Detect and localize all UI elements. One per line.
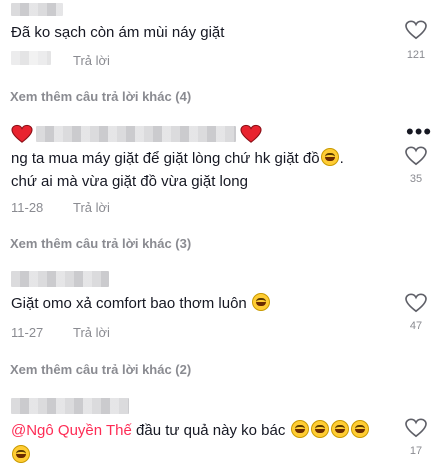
grinning-sweat-emoji (290, 420, 309, 438)
username-redacted (36, 126, 236, 142)
comment-text-line2: chứ ai mà vừa giặt đồ vừa giặt long (11, 173, 248, 190)
like-count: 35 (409, 173, 423, 185)
comment-text: @Ngô Quyền Thế đầu tư quả này ko bác (11, 420, 370, 442)
reply-button[interactable]: Trả lời (73, 325, 110, 340)
red-heart-emoji (11, 124, 33, 143)
user-mention-link[interactable]: @Ngô Quyền Thế (11, 422, 132, 439)
comment-text-line1-end: . (339, 150, 344, 167)
grinning-sweat-emoji (320, 148, 339, 166)
comment-text: Đã ko sạch còn ám mùi náy giặt (11, 24, 225, 41)
comment-date: 11-27 (11, 325, 44, 340)
username-redacted (11, 398, 129, 414)
like-count: 121 (406, 49, 426, 61)
grinning-sweat-emoji (251, 293, 270, 311)
heart-outline-icon[interactable] (405, 20, 427, 40)
date-redacted (11, 51, 51, 65)
username-redacted (11, 271, 109, 287)
comment-text-body: đầu tư quả này ko bác (131, 422, 286, 439)
like-count: 47 (409, 320, 423, 332)
comment-date: 11-28 (11, 200, 44, 215)
comment-text: Giặt omo xả comfort bao thơm luôn (11, 293, 271, 315)
grinning-sweat-emoji (310, 420, 329, 438)
grinning-sweat-emoji (330, 420, 349, 438)
reply-button[interactable]: Trả lời (73, 53, 110, 68)
comment-text-line1: ng ta mua máy giặt để giặt lòng chứ hk g… (11, 150, 320, 167)
grinning-sweat-emoji (12, 445, 30, 463)
comment-text: ng ta mua máy giặt để giặt lòng chứ hk g… (11, 148, 344, 170)
reply-button[interactable]: Trả lời (73, 200, 110, 215)
heart-outline-icon[interactable] (405, 146, 427, 166)
view-more-replies[interactable]: Xem thêm câu trả lời khác (4) (10, 89, 191, 104)
heart-outline-icon[interactable] (405, 418, 427, 438)
username-redacted (11, 3, 63, 16)
grinning-sweat-emoji (350, 420, 369, 438)
heart-outline-icon[interactable] (405, 293, 427, 313)
red-heart-emoji (240, 124, 262, 143)
like-count: 17 (409, 445, 423, 457)
view-more-replies[interactable]: Xem thêm câu trả lời khác (2) (10, 362, 191, 377)
more-options-icon[interactable]: ••• (406, 121, 432, 143)
comment-text-body: Giặt omo xả comfort bao thơm luôn (11, 295, 247, 312)
view-more-replies[interactable]: Xem thêm câu trả lời khác (3) (10, 236, 191, 251)
